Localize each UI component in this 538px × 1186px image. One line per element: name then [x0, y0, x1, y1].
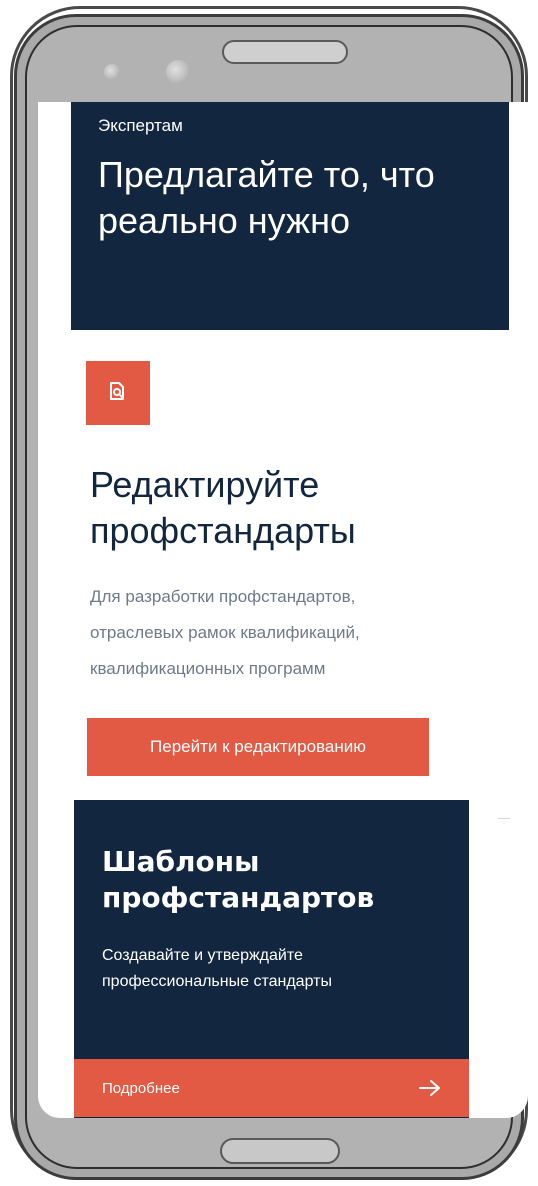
scroll-indicator [498, 818, 510, 819]
home-button[interactable] [220, 1138, 340, 1164]
more-link[interactable]: Подробнее [74, 1059, 469, 1117]
phone-screen[interactable]: Экспертам Предлагайте то, что реально ну… [38, 102, 528, 1118]
hero-title: Предлагайте то, что реально нужно [98, 154, 435, 241]
sensor-icon [104, 64, 120, 80]
go-to-editing-button[interactable]: Перейти к редактированию [87, 718, 429, 776]
feature-description: Для разработки профстандартов, отраслевы… [90, 579, 490, 687]
earpiece-speaker [222, 40, 348, 64]
feature-description-line: квалификационных программ [90, 659, 326, 678]
hero-banner: Экспертам Предлагайте то, что реально ну… [71, 102, 509, 330]
hero-kicker: Экспертам [98, 116, 183, 135]
more-link-label: Подробнее [102, 1079, 180, 1097]
feature-icon-box [86, 361, 150, 425]
front-camera-icon [166, 60, 190, 84]
card-title: Шаблоны профстандартов [102, 845, 375, 914]
feature-title: Редактируйте профстандарты [90, 464, 356, 551]
feature-description-line: Для разработки профстандартов, [90, 587, 356, 606]
card-description: Создавайте и утверждайте профессиональны… [102, 947, 332, 990]
arrow-right-icon [419, 1079, 441, 1097]
document-search-icon [107, 380, 129, 407]
templates-card[interactable]: Шаблоны профстандартов Создавайте и утве… [74, 800, 469, 1118]
feature-description-line: отраслевых рамок квалификаций, [90, 623, 360, 642]
